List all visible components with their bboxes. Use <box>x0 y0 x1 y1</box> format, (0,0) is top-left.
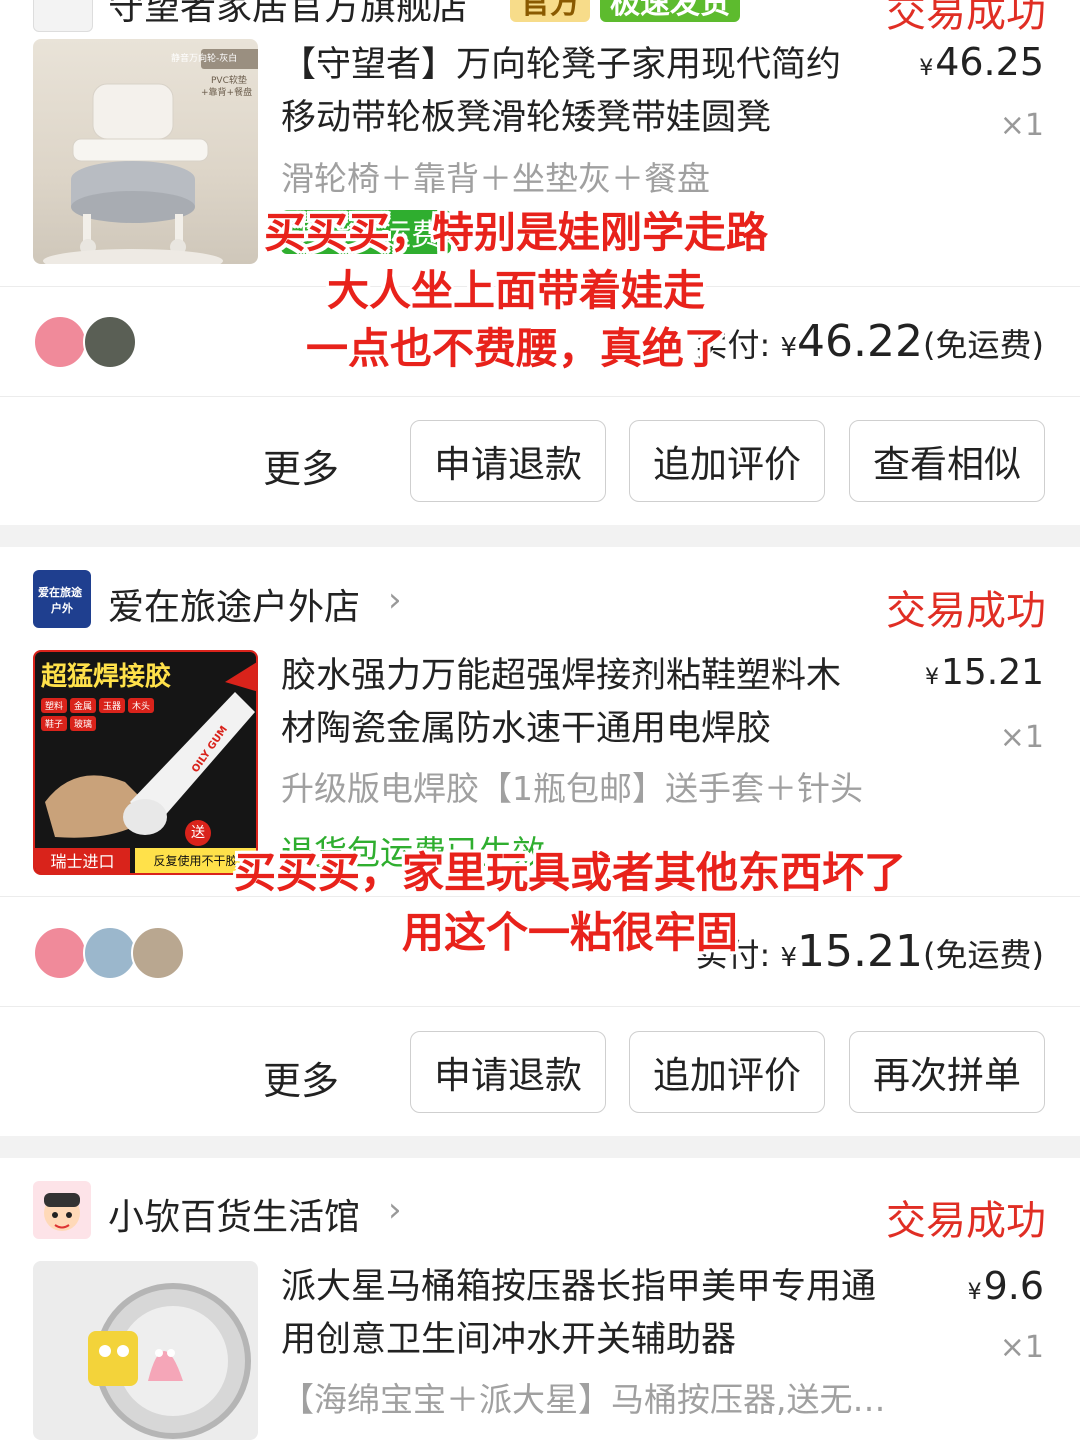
chevron-right-icon[interactable]: › <box>388 580 402 620</box>
thumb-bottom-left: 瑞士进口 <box>35 848 130 873</box>
product-qty: ×1 <box>999 1330 1044 1365</box>
thumb-label-1: 静音万向轮-灰白 <box>171 54 238 64</box>
reorder-button[interactable]: 再次拼单 <box>849 1031 1045 1113</box>
overlay-caption: 买买买，家里玩具或者其他东西坏了 用这个一粘很牢固 <box>233 848 906 957</box>
product-thumbnail[interactable] <box>33 1261 258 1440</box>
product-title-line-2: 材陶瓷金属防水速干通用电焊胶 <box>281 709 772 749</box>
avatar <box>131 926 185 980</box>
product-qty: ×1 <box>999 108 1044 143</box>
order-status: 交易成功 <box>886 1198 1046 1244</box>
product-title[interactable]: 【守望者】万向轮凳子家用现代简约 移动带轮板凳滑轮矮凳带娃圆凳 <box>281 39 881 145</box>
product-spec: 升级版电焊胶【1瓶包邮】送手套＋针头 <box>281 769 863 808</box>
product-spec: 滑轮椅＋靠背＋坐垫灰＋餐盘 <box>281 159 710 198</box>
product-price: ¥15.21 <box>924 652 1044 693</box>
divider <box>0 396 1080 397</box>
product-price: ¥46.25 <box>919 40 1044 84</box>
request-refund-button[interactable]: 申请退款 <box>410 1031 606 1113</box>
order-status: 交易成功 <box>886 588 1046 634</box>
more-button[interactable]: 更多 <box>263 438 339 493</box>
divider <box>0 1006 1080 1007</box>
product-thumbnail[interactable]: 静音万向轮-灰白 PVC软垫 +靠背+餐盘 <box>33 39 258 264</box>
product-price: ¥9.6 <box>967 1264 1044 1308</box>
shop-name[interactable]: 爱在旅途户外店 <box>108 578 360 630</box>
chevron-right-icon[interactable]: › <box>388 1190 402 1230</box>
order-status: 交易成功 <box>886 0 1046 36</box>
shop-logo[interactable] <box>33 1181 91 1239</box>
shop-logo[interactable]: 爱在旅途 户外 <box>33 570 91 628</box>
add-review-button[interactable]: 追加评价 <box>629 420 825 502</box>
product-title[interactable]: 派大星马桶箱按压器长指甲美甲专用通 用创意卫生间冲水开关辅助器 <box>281 1261 941 1367</box>
product-spec: 【海绵宝宝＋派大星】马桶按压器,送无… <box>281 1380 886 1419</box>
product-title-line-1: 胶水强力万能超强焊接剂粘鞋塑料木 <box>281 656 842 696</box>
quick-ship-badge: 极速发货 <box>600 0 740 22</box>
view-similar-button[interactable]: 查看相似 <box>849 420 1045 502</box>
avatar <box>83 315 137 369</box>
glue-bottle-image <box>45 662 256 838</box>
thumb-label-3: +靠背+餐盘 <box>201 88 253 98</box>
shop-name[interactable]: 小欤百货生活馆 <box>108 1188 360 1240</box>
product-qty: ×1 <box>999 720 1044 755</box>
add-review-button[interactable]: 追加评价 <box>629 1031 825 1113</box>
product-thumbnail[interactable]: 超猛焊接胶 塑料 金属 玉器 木头 鞋子 玻璃 OILY GUM 送 瑞士进口 … <box>33 650 258 875</box>
section-gap <box>0 1136 1080 1158</box>
official-badge: 官方 <box>510 0 590 22</box>
more-button[interactable]: 更多 <box>263 1050 339 1105</box>
product-title-line-1: 【守望者】万向轮凳子家用现代简约 <box>281 45 842 85</box>
avatar <box>83 926 137 980</box>
avatar <box>33 315 87 369</box>
overlay-caption: 买买买，特别是娃刚学走路 大人坐上面带着娃走 一点也不费腰，真绝了 <box>263 208 768 373</box>
product-title-line-2: 用创意卫生间冲水开关辅助器 <box>281 1320 737 1360</box>
shop-name[interactable]: 守望者家居官方旗舰店 <box>108 0 468 30</box>
shop-logo[interactable] <box>33 0 93 32</box>
avatar <box>33 926 87 980</box>
product-title[interactable]: 胶水强力万能超强焊接剂粘鞋塑料木 材陶瓷金属防水速干通用电焊胶 <box>281 650 901 756</box>
section-gap <box>0 525 1080 547</box>
product-title-line-2: 移动带轮板凳滑轮矮凳带娃圆凳 <box>281 98 772 138</box>
product-title-line-1: 派大星马桶箱按压器长指甲美甲专用通 <box>281 1267 877 1307</box>
request-refund-button[interactable]: 申请退款 <box>410 420 606 502</box>
